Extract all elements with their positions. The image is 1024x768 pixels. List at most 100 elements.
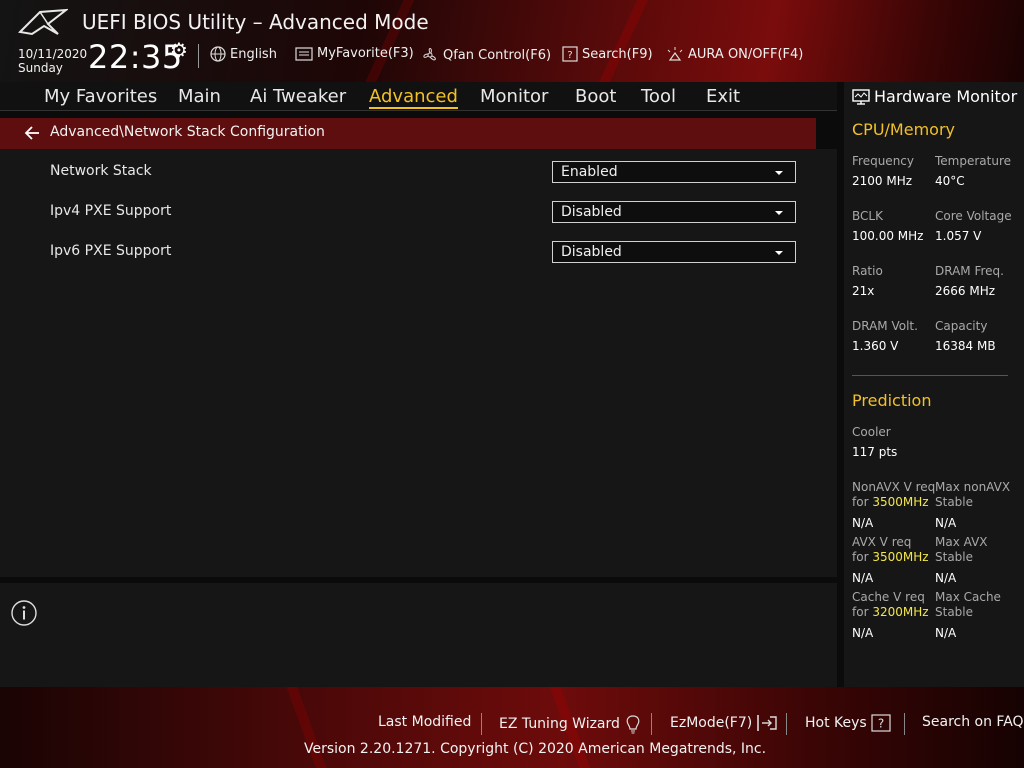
- max-nonavx-line1: Max nonAVX: [935, 480, 1011, 494]
- max-nonavx-line2: Stable: [935, 495, 974, 509]
- nonavx-req-value: N/A: [852, 516, 874, 530]
- ez-tuning-label: EZ Tuning Wizard: [499, 716, 620, 732]
- tab-advanced[interactable]: Advanced: [369, 86, 458, 109]
- max-cache-label: Max Cache Stable: [935, 590, 1001, 620]
- dram-freq-value: 2666 MHz: [935, 284, 996, 298]
- settings-panel: Network Stack Enabled Ipv4 PXE Support D…: [0, 149, 837, 577]
- network-stack-dropdown[interactable]: Enabled: [552, 161, 796, 183]
- chevron-down-icon: [775, 251, 783, 255]
- tab-ai-tweaker[interactable]: Ai Tweaker: [250, 86, 346, 107]
- qfan-label: Qfan Control(F6): [443, 47, 552, 63]
- globe-icon: [210, 46, 226, 62]
- nonavx-req-freq: 3500MHz: [872, 495, 929, 509]
- tab-tool[interactable]: Tool: [641, 86, 676, 107]
- dropdown-value: Enabled: [561, 164, 618, 180]
- main-menu-bar: My Favorites Main Ai Tweaker Advanced Mo…: [0, 82, 837, 111]
- last-modified-label: Last Modified: [378, 714, 472, 730]
- tab-my-favorites[interactable]: My Favorites: [44, 86, 157, 107]
- question-mark-icon: ?: [871, 714, 891, 732]
- cache-req-line1: Cache V req: [852, 590, 925, 604]
- date-text: 10/11/2020: [18, 47, 88, 61]
- avx-req-value: N/A: [852, 571, 874, 585]
- avx-req-label: AVX V req for 3500MHz: [852, 535, 929, 565]
- info-icon: [11, 600, 37, 626]
- breadcrumb: Advanced\Network Stack Configuration: [0, 118, 816, 149]
- dropdown-value: Disabled: [561, 204, 622, 220]
- chevron-down-icon: [775, 211, 783, 215]
- dropdown-value: Disabled: [561, 244, 622, 260]
- toolbar-separator: [198, 44, 199, 68]
- app-title: UEFI BIOS Utility – Advanced Mode: [82, 10, 429, 34]
- max-cache-value: N/A: [935, 626, 957, 640]
- avx-req-line1: AVX V req: [852, 535, 912, 549]
- aura-toggle-button[interactable]: AURA ON/OFF(F4): [666, 46, 803, 62]
- frequency-label: Frequency: [852, 154, 914, 168]
- max-nonavx-label: Max nonAVX Stable: [935, 480, 1010, 510]
- cooler-value: 117 pts: [852, 445, 898, 459]
- core-voltage-label: Core Voltage: [935, 209, 1012, 223]
- section-divider: [852, 375, 1008, 376]
- ez-tuning-wizard-button[interactable]: EZ Tuning Wizard: [499, 714, 642, 734]
- help-search-icon: ?: [562, 46, 578, 62]
- language-button[interactable]: English: [210, 46, 277, 62]
- cache-req-freq: 3200MHz: [872, 605, 929, 619]
- max-avx-value: N/A: [935, 571, 957, 585]
- avx-req-line2: for 3500MHz: [852, 550, 929, 565]
- max-nonavx-value: N/A: [935, 516, 957, 530]
- hardware-monitor-title: Hardware Monitor: [874, 87, 1018, 106]
- ipv6-pxe-dropdown[interactable]: Disabled: [552, 241, 796, 263]
- fan-icon: [423, 48, 436, 61]
- for-text: for: [852, 495, 869, 509]
- help-info-panel: [0, 583, 837, 687]
- search-faq-label: Search on FAQ: [922, 714, 1024, 730]
- clock-display: 22:35: [88, 38, 183, 76]
- nonavx-req-label: NonAVX V req for 3500MHz: [852, 480, 935, 510]
- gear-icon[interactable]: ⚙: [170, 38, 188, 62]
- ipv4-pxe-dropdown[interactable]: Disabled: [552, 201, 796, 223]
- search-faq-button[interactable]: Search on FAQ: [922, 714, 1024, 730]
- question-mark-glyph: ?: [878, 717, 884, 731]
- myfavorite-label: MyFavorite(F3): [317, 46, 414, 61]
- dram-volt-label: DRAM Volt.: [852, 319, 918, 333]
- cooler-label: Cooler: [852, 425, 891, 439]
- copyright-text: Version 2.20.1271. Copyright (C) 2020 Am…: [304, 741, 767, 757]
- bclk-label: BCLK: [852, 209, 883, 223]
- ratio-value: 21x: [852, 284, 875, 298]
- ezmode-button[interactable]: EzMode(F7): [670, 714, 778, 732]
- aura-label: AURA ON/OFF(F4): [688, 46, 804, 62]
- capacity-label: Capacity: [935, 319, 988, 333]
- lightbulb-icon: [626, 715, 640, 734]
- footer-separator: [481, 713, 482, 735]
- cache-req-line2: for 3200MHz: [852, 605, 929, 620]
- svg-text:?: ?: [567, 50, 572, 61]
- tab-main[interactable]: Main: [178, 86, 221, 107]
- header-bar: UEFI BIOS Utility – Advanced Mode 10/11/…: [0, 0, 1024, 82]
- max-cache-line1: Max Cache: [935, 590, 1001, 604]
- setting-label-network-stack: Network Stack: [50, 163, 152, 179]
- tab-boot[interactable]: Boot: [575, 86, 616, 107]
- max-avx-label: Max AVX Stable: [935, 535, 988, 565]
- nonavx-req-line1: NonAVX V req: [852, 480, 936, 494]
- search-button[interactable]: ? Search(F9): [562, 46, 653, 62]
- for-text: for: [852, 605, 869, 619]
- myfavorite-button[interactable]: MyFavorite(F3): [295, 46, 414, 61]
- footer-bar: Last Modified EZ Tuning Wizard EzMode(F7…: [0, 687, 1024, 768]
- temperature-label: Temperature: [935, 154, 1012, 168]
- last-modified-button[interactable]: Last Modified: [378, 714, 471, 730]
- rog-logo-icon: [18, 8, 68, 36]
- search-label: Search(F9): [582, 46, 653, 62]
- tab-monitor[interactable]: Monitor: [480, 86, 548, 107]
- language-label: English: [230, 46, 277, 62]
- back-arrow-icon[interactable]: [24, 125, 40, 141]
- footer-separator: [786, 713, 787, 735]
- qfan-control-button[interactable]: Qfan Control(F6): [421, 46, 551, 64]
- dram-freq-label: DRAM Freq.: [935, 264, 1004, 278]
- core-voltage-value: 1.057 V: [935, 229, 982, 243]
- chevron-down-icon: [775, 171, 783, 175]
- tab-exit[interactable]: Exit: [706, 86, 740, 107]
- breadcrumb-path: Advanced\Network Stack Configuration: [50, 124, 325, 140]
- hot-keys-button[interactable]: Hot Keys ?: [805, 714, 891, 732]
- hot-keys-label: Hot Keys: [805, 715, 867, 731]
- setting-label-ipv4-pxe: Ipv4 PXE Support: [50, 203, 172, 219]
- ezmode-label: EzMode(F7): [670, 715, 753, 731]
